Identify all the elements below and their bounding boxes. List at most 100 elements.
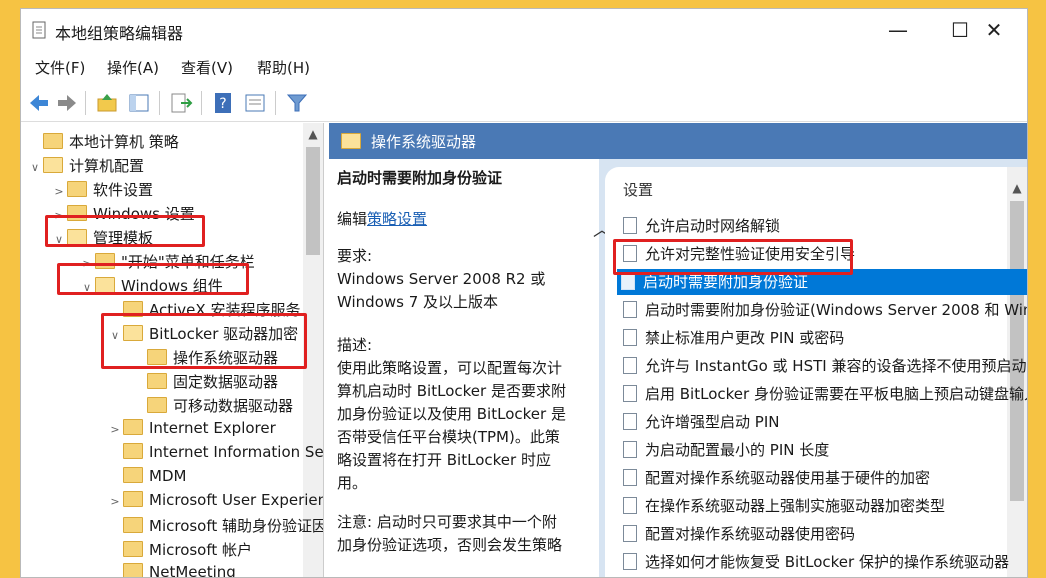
- folder-icon: [123, 563, 143, 577]
- edit-policy-link[interactable]: 策略设置: [367, 210, 427, 228]
- forward-icon[interactable]: [55, 91, 79, 115]
- tree-item-label: Microsoft 帐户: [149, 541, 253, 559]
- pane-header-title: 操作系统驱动器: [371, 133, 477, 151]
- setting-row[interactable]: 选择如何才能恢复受 BitLocker 保护的操作系统驱动器: [619, 549, 1027, 575]
- description-label: 描述:: [337, 336, 373, 354]
- tree-item[interactable]: NetMeeting: [107, 563, 236, 577]
- setting-label: 为启动配置最小的 PIN 长度: [645, 441, 830, 459]
- policy-setting-icon: [623, 413, 637, 430]
- description-line: 否带受信任平台模块(TPM)。此策: [337, 428, 560, 446]
- properties-icon[interactable]: [243, 91, 267, 115]
- tree-item-label: 本地计算机 策略: [69, 133, 179, 151]
- tree-item-label: 计算机配置: [69, 157, 145, 175]
- folder-icon: [341, 133, 361, 149]
- back-icon[interactable]: [27, 91, 51, 115]
- folder-icon: [123, 443, 143, 459]
- setting-label: 在操作系统驱动器上强制实施驱动器加密类型: [645, 497, 946, 515]
- policy-doc-icon: [32, 21, 46, 39]
- close-button[interactable]: ✕: [963, 9, 1025, 51]
- tree-item-label: NetMeeting: [149, 563, 236, 577]
- highlight-box: [613, 239, 853, 275]
- description-line: 加身份验证以及使用 BitLocker 是: [337, 405, 566, 423]
- tree-item[interactable]: Microsoft 帐户: [107, 539, 252, 563]
- requirements-label: 要求:: [337, 247, 373, 265]
- setting-row[interactable]: 配置对操作系统驱动器使用基于硬件的加密: [619, 465, 1027, 491]
- tree-item-label: 软件设置: [93, 181, 154, 199]
- toolbar-separator: [85, 91, 86, 115]
- tree-item[interactable]: 可移动数据驱动器: [131, 395, 293, 419]
- scroll-up-icon[interactable]: ▲: [303, 127, 323, 141]
- setting-row[interactable]: 启动时需要附加身份验证(Windows Server 2008 和 Window…: [619, 297, 1027, 323]
- tree-item-label: 固定数据驱动器: [173, 373, 279, 391]
- setting-row[interactable]: 在操作系统驱动器上强制实施驱动器加密类型: [619, 493, 1027, 519]
- export-icon[interactable]: [169, 91, 193, 115]
- setting-label: 启用 BitLocker 身份验证需要在平板电脑上预启动键盘输入: [645, 385, 1028, 403]
- description-line: 用。: [337, 474, 368, 492]
- chevron-down-icon[interactable]: ∨: [27, 161, 43, 174]
- setting-row[interactable]: 启用 BitLocker 身份验证需要在平板电脑上预启动键盘输入: [619, 381, 1028, 407]
- minimize-button[interactable]: —: [867, 9, 929, 51]
- folder-icon: [123, 517, 143, 533]
- up-folder-icon[interactable]: [95, 91, 119, 115]
- setting-row[interactable]: 为启动配置最小的 PIN 长度: [619, 437, 1027, 463]
- requirements-line: Windows 7 及以上版本: [337, 293, 499, 311]
- setting-label: 选择如何才能恢复受 BitLocker 保护的操作系统驱动器: [645, 553, 1009, 571]
- menu-view[interactable]: 查看(V): [181, 57, 233, 78]
- highlight-box: [101, 313, 307, 369]
- setting-row[interactable]: 允许增强型启动 PIN: [619, 409, 1027, 435]
- tree-item[interactable]: > Microsoft User Experience Virtualizatio…: [107, 491, 323, 515]
- tree-item[interactable]: MDM: [107, 467, 186, 491]
- policy-setting-icon: [623, 469, 637, 486]
- scroll-up-icon[interactable]: ▲: [1007, 181, 1027, 195]
- tree-item[interactable]: 本地计算机 策略: [27, 131, 179, 155]
- setting-label: 允许增强型启动 PIN: [645, 413, 780, 431]
- svg-text:?: ?: [219, 96, 226, 112]
- note-line: 加身份验证选项，否则会发生策略: [337, 536, 563, 554]
- setting-row[interactable]: 允许与 InstantGo 或 HSTI 兼容的设备选择不使用预启动 PIN: [619, 353, 1027, 379]
- setting-label: 启动时需要附加身份验证(Windows Server 2008 和 Window…: [645, 301, 1027, 319]
- highlight-box: [45, 215, 205, 247]
- tree-item[interactable]: Microsoft 辅助身份验证因素: [107, 515, 324, 539]
- edit-line: 编辑策略设置: [337, 208, 591, 231]
- window-title: 本地组策略编辑器: [55, 24, 184, 43]
- setting-label: 禁止标准用户更改 PIN 或密码: [645, 329, 845, 347]
- chevron-right-icon[interactable]: >: [107, 495, 123, 508]
- toolbar: ?: [21, 85, 1027, 122]
- tree-item[interactable]: > Internet Explorer: [107, 419, 276, 443]
- pane-header: 操作系统驱动器: [329, 123, 1027, 159]
- requirements-line: Windows Server 2008 R2 或: [337, 270, 546, 288]
- pane-body: 启动时需要附加身份验证 编辑策略设置 要求: Windows Server 20…: [329, 159, 1027, 577]
- folder-icon: [147, 397, 167, 413]
- chevron-right-icon[interactable]: >: [51, 185, 67, 198]
- note-line: 注意: 启动时只可要求其中一个附: [337, 513, 557, 531]
- policy-setting-icon: [623, 525, 637, 542]
- scroll-thumb[interactable]: [306, 147, 320, 255]
- tree-item[interactable]: 固定数据驱动器: [131, 371, 278, 395]
- setting-label: 启动时需要附加身份验证: [643, 273, 809, 291]
- setting-label: 配置对操作系统驱动器使用基于硬件的加密: [645, 469, 931, 487]
- chevron-right-icon[interactable]: >: [107, 423, 123, 436]
- setting-row[interactable]: 禁止标准用户更改 PIN 或密码: [619, 325, 1027, 351]
- help-icon[interactable]: ?: [211, 91, 235, 115]
- tree-item-label: Microsoft 辅助身份验证因素: [149, 517, 324, 535]
- setting-row[interactable]: 允许启动时网络解锁: [619, 213, 1027, 239]
- policy-setting-icon: [623, 329, 637, 346]
- menu-action[interactable]: 操作(A): [107, 57, 159, 78]
- tree-item[interactable]: ∨ 计算机配置: [27, 155, 144, 179]
- filter-icon[interactable]: [285, 91, 309, 115]
- menu-file[interactable]: 文件(F): [35, 57, 85, 78]
- folder-icon: [147, 373, 167, 389]
- folder-icon: [43, 133, 63, 149]
- tree-item[interactable]: Internet Information Services: [107, 443, 324, 467]
- folder-icon: [43, 157, 63, 173]
- setting-row[interactable]: 配置对操作系统驱动器使用密码: [619, 521, 1027, 547]
- tree-item-label: Internet Information Services: [149, 443, 324, 461]
- menu-bar: 文件(F) 操作(A) 查看(V) 帮助(H): [21, 55, 1027, 81]
- tree-item-label: Microsoft User Experience Virtualization: [149, 491, 323, 509]
- tree-item[interactable]: > 软件设置: [51, 179, 153, 203]
- menu-help[interactable]: 帮助(H): [257, 57, 310, 78]
- policy-title: 启动时需要附加身份验证: [337, 169, 503, 187]
- tree-item-label: Internet Explorer: [149, 419, 276, 437]
- toolbar-separator: [159, 91, 160, 115]
- show-tree-icon[interactable]: [127, 91, 151, 115]
